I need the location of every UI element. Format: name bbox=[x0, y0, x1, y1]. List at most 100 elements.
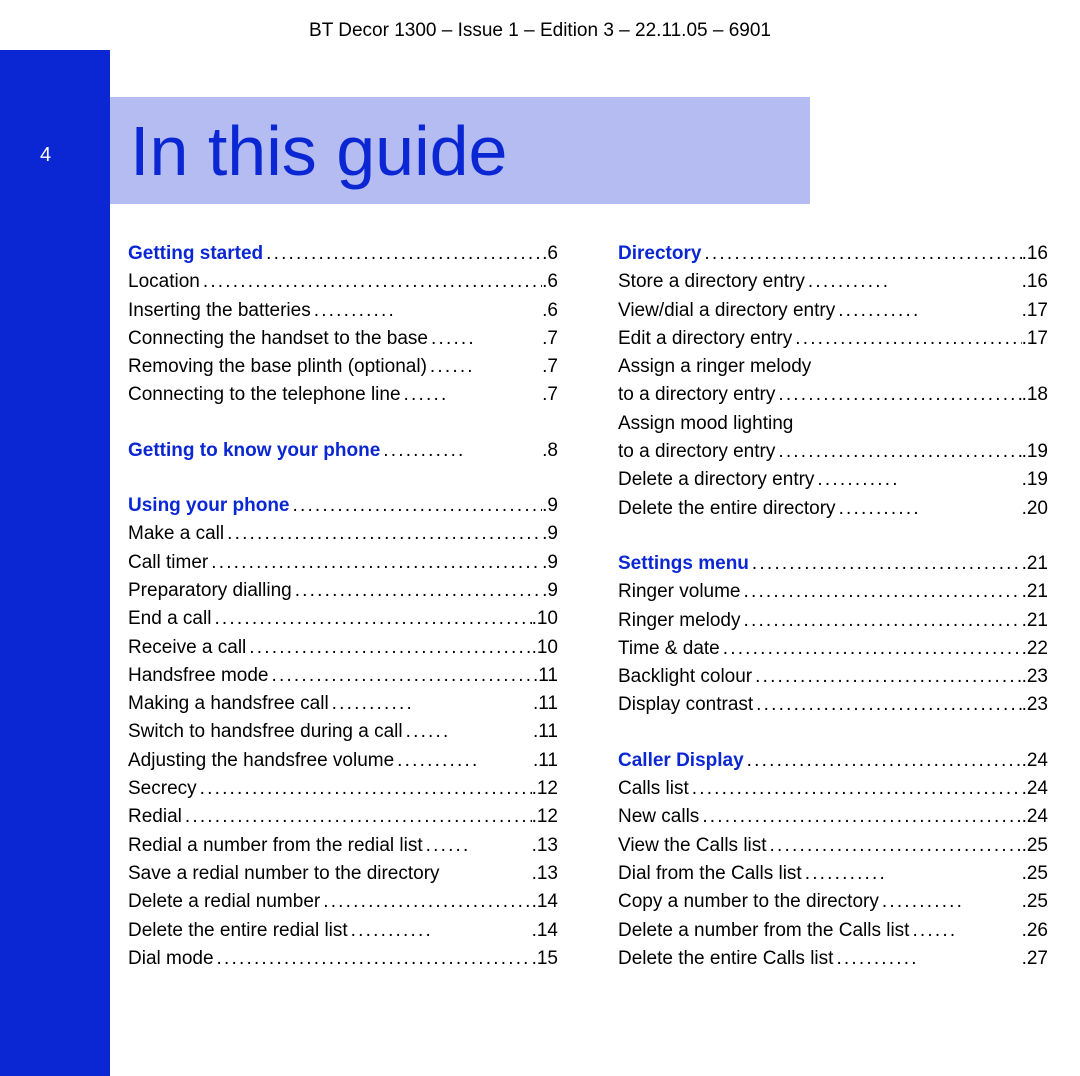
toc-leader-dots bbox=[329, 690, 533, 718]
toc-page: .23 bbox=[1022, 691, 1048, 719]
toc-leader-dots bbox=[401, 381, 543, 409]
toc-label: Handsfree mode bbox=[128, 662, 268, 690]
toc-label: View the Calls list bbox=[618, 832, 767, 860]
toc-label: Delete the entire directory bbox=[618, 495, 836, 523]
toc-page: .7 bbox=[542, 353, 558, 381]
toc-page: .14 bbox=[532, 917, 558, 945]
toc-leader-dots bbox=[879, 888, 1022, 916]
toc-section-heading: Settings menu.21 bbox=[618, 550, 1048, 578]
toc-page: .23 bbox=[1022, 663, 1048, 691]
toc-entry: Delete a redial number.14 bbox=[128, 888, 558, 916]
toc-section-heading: Caller Display.24 bbox=[618, 747, 1048, 775]
toc-page: .11 bbox=[533, 747, 558, 775]
toc-leader-dots bbox=[224, 520, 542, 548]
toc-leader-dots bbox=[802, 860, 1022, 888]
toc-leader-dots bbox=[835, 297, 1021, 325]
toc-entry: Dial from the Calls list.25 bbox=[618, 860, 1048, 888]
toc-page: .22 bbox=[1022, 635, 1048, 663]
toc-leader-dots bbox=[741, 607, 1022, 635]
toc-label: Connecting the handset to the base bbox=[128, 325, 428, 353]
toc-label: Time & date bbox=[618, 635, 720, 663]
document-header: BT Decor 1300 – Issue 1 – Edition 3 – 22… bbox=[0, 20, 1080, 42]
toc-label: Receive a call bbox=[128, 634, 246, 662]
toc-page: .7 bbox=[542, 325, 558, 353]
toc-label: Location bbox=[128, 268, 200, 296]
toc-entry: Connecting the handset to the base .7 bbox=[128, 325, 558, 353]
toc-page: .9 bbox=[542, 492, 558, 520]
toc-page: .6 bbox=[542, 297, 558, 325]
toc-label: Inserting the batteries bbox=[128, 297, 311, 325]
toc-entry: New calls.24 bbox=[618, 803, 1048, 831]
toc-leader-dots bbox=[292, 577, 542, 605]
toc-entry: Location.6 bbox=[128, 268, 558, 296]
toc-label: to a directory entry bbox=[618, 438, 775, 466]
toc-section-heading: Getting started .6 bbox=[128, 240, 558, 268]
toc-entry: Making a handsfree call.11 bbox=[128, 690, 558, 718]
toc-page: .27 bbox=[1022, 945, 1048, 973]
toc-label: Settings menu bbox=[618, 550, 749, 578]
toc-leader-dots bbox=[749, 550, 1022, 578]
toc-leader-dots bbox=[428, 325, 542, 353]
toc-page: .20 bbox=[1022, 495, 1048, 523]
toc-entry: Connecting to the telephone line.7 bbox=[128, 381, 558, 409]
toc-leader-dots bbox=[744, 747, 1022, 775]
toc-page: .26 bbox=[1022, 917, 1048, 945]
toc-label: Delete the entire redial list bbox=[128, 917, 348, 945]
toc-page: .16 bbox=[1022, 268, 1048, 296]
toc-page: .13 bbox=[532, 860, 558, 888]
toc-label: Adjusting the handsfree volume bbox=[128, 747, 394, 775]
toc-entry: to a directory entry.19 bbox=[618, 438, 1048, 466]
toc-section-heading: Using your phone .9 bbox=[128, 492, 558, 520]
toc-entry: Store a directory entry.16 bbox=[618, 268, 1048, 296]
toc-label: Using your phone bbox=[128, 492, 290, 520]
toc-entry: Redial a number from the redial list.13 bbox=[128, 832, 558, 860]
toc-label: Getting to know your phone bbox=[128, 437, 380, 465]
toc-label: Copy a number to the directory bbox=[618, 888, 879, 916]
toc-entry: Time & date .22 bbox=[618, 635, 1048, 663]
toc-section-heading: Directory.16 bbox=[618, 240, 1048, 268]
toc-page: .14 bbox=[532, 888, 558, 916]
toc-page: .10 bbox=[532, 634, 558, 662]
toc-columns: Getting started.6Location.6Inserting the… bbox=[128, 240, 1040, 973]
toc-column-right: Directory.16Store a directory entry.16Vi… bbox=[618, 240, 1048, 973]
toc-entry: Handsfree mode.11 bbox=[128, 662, 558, 690]
toc-leader-dots bbox=[752, 663, 1021, 691]
toc-leader-dots bbox=[246, 634, 531, 662]
toc-label: Save a redial number to the directory bbox=[128, 860, 440, 888]
toc-entry: Ringer melody.21 bbox=[618, 607, 1048, 635]
toc-label: Calls list bbox=[618, 775, 689, 803]
toc-leader-dots bbox=[182, 803, 532, 831]
toc-leader-dots bbox=[775, 381, 1021, 409]
toc-leader-dots bbox=[701, 240, 1021, 268]
toc-label: Dial mode bbox=[128, 945, 214, 973]
toc-entry-line1: Assign a ringer melody bbox=[618, 353, 1048, 381]
toc-entry: Dial mode .15 bbox=[128, 945, 558, 973]
toc-label: Backlight colour bbox=[618, 663, 752, 691]
toc-leader-dots bbox=[741, 578, 1022, 606]
toc-leader-dots bbox=[394, 747, 533, 775]
toc-label: End a call bbox=[128, 605, 211, 633]
toc-label: Connecting to the telephone line bbox=[128, 381, 401, 409]
toc-label: Dial from the Calls list bbox=[618, 860, 802, 888]
section-gap bbox=[128, 465, 558, 492]
toc-column-left: Getting started.6Location.6Inserting the… bbox=[128, 240, 558, 973]
toc-page: .11 bbox=[533, 690, 558, 718]
toc-page: .11 bbox=[533, 718, 558, 746]
toc-leader-dots bbox=[753, 691, 1021, 719]
toc-page: .8 bbox=[542, 437, 558, 465]
toc-entry: Backlight colour .23 bbox=[618, 663, 1048, 691]
toc-page: .12 bbox=[532, 775, 558, 803]
toc-entry: Delete a number from the Calls list.26 bbox=[618, 917, 1048, 945]
toc-entry: View/dial a directory entry.17 bbox=[618, 297, 1048, 325]
toc-page: .6 bbox=[542, 240, 558, 268]
toc-leader-dots bbox=[380, 437, 542, 465]
section-gap bbox=[128, 410, 558, 437]
toc-page: .15 bbox=[532, 945, 558, 973]
toc-leader-dots bbox=[833, 945, 1021, 973]
toc-leader-dots bbox=[423, 832, 532, 860]
toc-entry: Delete the entire directory .20 bbox=[618, 495, 1048, 523]
toc-leader-dots bbox=[200, 268, 542, 296]
toc-page: .17 bbox=[1022, 325, 1048, 353]
toc-leader-dots bbox=[320, 888, 531, 916]
toc-label: Getting started bbox=[128, 240, 263, 268]
